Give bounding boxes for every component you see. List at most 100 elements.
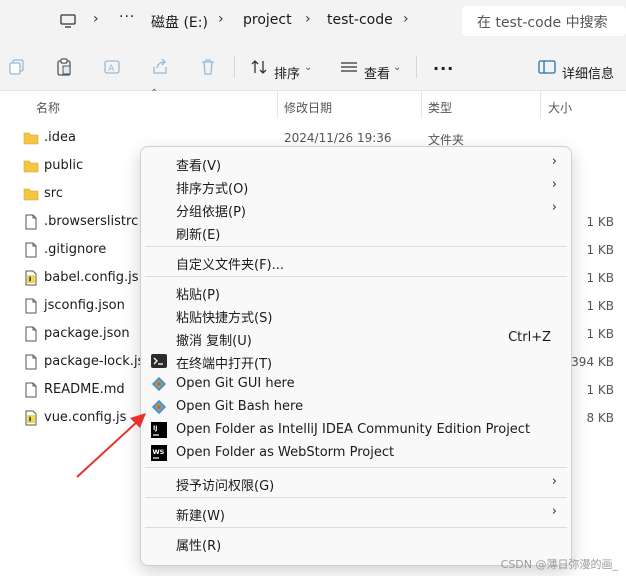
menu-item-label: Open Git Bash here [176, 399, 304, 414]
toolbar-divider [234, 56, 235, 78]
column-date[interactable]: 修改日期 [284, 99, 332, 116]
folder-icon [23, 160, 39, 173]
chevron-down-icon[interactable]: ⌄ [304, 62, 312, 73]
file-size: 1 KB [586, 327, 614, 341]
menu-item-label: 分组依据(P) [176, 205, 246, 220]
toolbar-divider [416, 56, 417, 78]
details-pane-icon[interactable] [538, 58, 556, 76]
menu-item-git-bash[interactable]: Open Git Bash here [141, 395, 571, 418]
intellij-icon: IJ [151, 422, 167, 438]
js-file-icon [25, 410, 37, 426]
menu-item-label: Open Folder as WebStorm Project [176, 445, 395, 460]
file-size: 394 KB [571, 355, 614, 369]
menu-item-customize-folder[interactable]: 自定义文件夹(F)... [141, 250, 571, 273]
file-icon [25, 354, 37, 370]
search-placeholder: 在 test-code 中搜索 [477, 15, 608, 31]
chevron-right-icon[interactable]: › [403, 11, 409, 27]
menu-item-sort-by[interactable]: 排序方式(O) › [141, 174, 571, 197]
breadcrumb-drive[interactable]: 磁盘 (E:) [151, 12, 208, 32]
menu-item-paste-shortcut[interactable]: 粘贴快捷方式(S) [141, 303, 571, 326]
view-icon[interactable] [340, 58, 358, 76]
menu-item-webstorm[interactable]: WS Open Folder as WebStorm Project [141, 441, 571, 464]
breadcrumb-ellipsis[interactable]: ··· [119, 9, 135, 25]
menu-item-refresh[interactable]: 刷新(E) [141, 220, 571, 243]
menu-divider [145, 467, 567, 468]
column-divider[interactable] [277, 90, 278, 118]
menu-item-label: Open Git GUI here [176, 376, 295, 391]
file-name: package-lock.jso [44, 354, 153, 369]
file-size: 8 KB [586, 411, 614, 425]
menu-divider [145, 527, 567, 528]
chevron-right-icon: › [551, 474, 557, 489]
paste-icon[interactable] [55, 58, 73, 76]
js-file-icon [25, 270, 37, 286]
menu-item-git-gui[interactable]: Open Git GUI here [141, 372, 571, 395]
chevron-right-icon: › [551, 504, 557, 519]
menu-item-new[interactable]: 新建(W) › [141, 501, 571, 524]
file-icon [25, 242, 37, 258]
sort-button[interactable]: 排序 [274, 63, 300, 82]
file-icon [25, 298, 37, 314]
chevron-right-icon[interactable]: › [305, 11, 311, 27]
file-name: package.json [44, 326, 130, 341]
menu-item-label: 在终端中打开(T) [176, 357, 273, 372]
menu-item-shortcut: Ctrl+Z [508, 330, 551, 345]
details-button[interactable]: 详细信息 [562, 63, 614, 82]
column-divider[interactable] [540, 90, 541, 118]
file-size: 1 KB [586, 271, 614, 285]
menu-item-label: 查看(V) [176, 159, 222, 174]
file-icon [25, 382, 37, 398]
file-name: .gitignore [44, 242, 107, 257]
chevron-down-icon[interactable]: ⌄ [393, 62, 401, 73]
file-size: 1 KB [586, 243, 614, 257]
share-icon[interactable] [151, 58, 169, 76]
svg-text:A: A [108, 64, 115, 74]
computer-icon[interactable] [60, 13, 76, 29]
column-name[interactable]: 名称 [36, 99, 60, 116]
menu-item-intellij[interactable]: IJ Open Folder as IntelliJ IDEA Communit… [141, 418, 571, 441]
column-type[interactable]: 类型 [428, 99, 452, 116]
column-header: 名称 ⌃ 修改日期 类型 大小 [0, 88, 626, 118]
chevron-right-icon[interactable]: › [218, 11, 224, 27]
breadcrumb-project[interactable]: project [243, 12, 292, 28]
delete-icon[interactable] [199, 58, 217, 76]
menu-item-undo-copy[interactable]: 撤消 复制(U) Ctrl+Z [141, 326, 571, 349]
column-size[interactable]: 大小 [548, 99, 572, 116]
menu-item-properties[interactable]: 属性(R) [141, 531, 571, 554]
menu-item-label: 粘贴快捷方式(S) [176, 311, 273, 326]
menu-item-label: 撤消 复制(U) [176, 334, 252, 349]
copy-icon[interactable] [8, 58, 26, 76]
file-name: README.md [44, 382, 125, 397]
menu-item-label: 新建(W) [176, 509, 225, 524]
git-gui-icon [151, 376, 167, 392]
column-divider[interactable] [421, 90, 422, 118]
sort-icon[interactable] [250, 58, 268, 76]
menu-item-label: 刷新(E) [176, 228, 221, 243]
terminal-icon [151, 354, 167, 368]
rename-icon[interactable]: A [103, 58, 121, 76]
menu-item-paste[interactable]: 粘贴(P) [141, 280, 571, 303]
menu-item-label: 授予访问权限(G) [176, 479, 275, 494]
file-name: vue.config.js [44, 410, 127, 425]
menu-divider [145, 276, 567, 277]
file-date: 2024/11/26 19:36 [284, 131, 392, 145]
file-name: .browserslistrc [44, 214, 139, 229]
menu-divider [145, 497, 567, 498]
breadcrumb-test-code[interactable]: test-code [327, 12, 393, 28]
chevron-right-icon[interactable]: › [93, 11, 99, 27]
menu-item-label: 属性(R) [176, 539, 222, 554]
menu-item-view[interactable]: 查看(V) › [141, 151, 571, 174]
menu-item-grant-access[interactable]: 授予访问权限(G) › [141, 471, 571, 494]
folder-icon [23, 188, 39, 201]
menu-item-group-by[interactable]: 分组依据(P) › [141, 197, 571, 220]
file-name: public [44, 158, 84, 173]
view-button[interactable]: 查看 [364, 63, 390, 82]
file-size: 1 KB [586, 215, 614, 229]
file-icon [25, 326, 37, 342]
more-options-button[interactable]: ··· [433, 59, 454, 78]
svg-text:IJ: IJ [153, 425, 157, 432]
menu-item-label: 粘贴(P) [176, 288, 220, 303]
menu-item-open-in-terminal[interactable]: 在终端中打开(T) [141, 349, 571, 372]
file-name: babel.config.js [44, 270, 139, 285]
file-name: .idea [44, 130, 76, 145]
